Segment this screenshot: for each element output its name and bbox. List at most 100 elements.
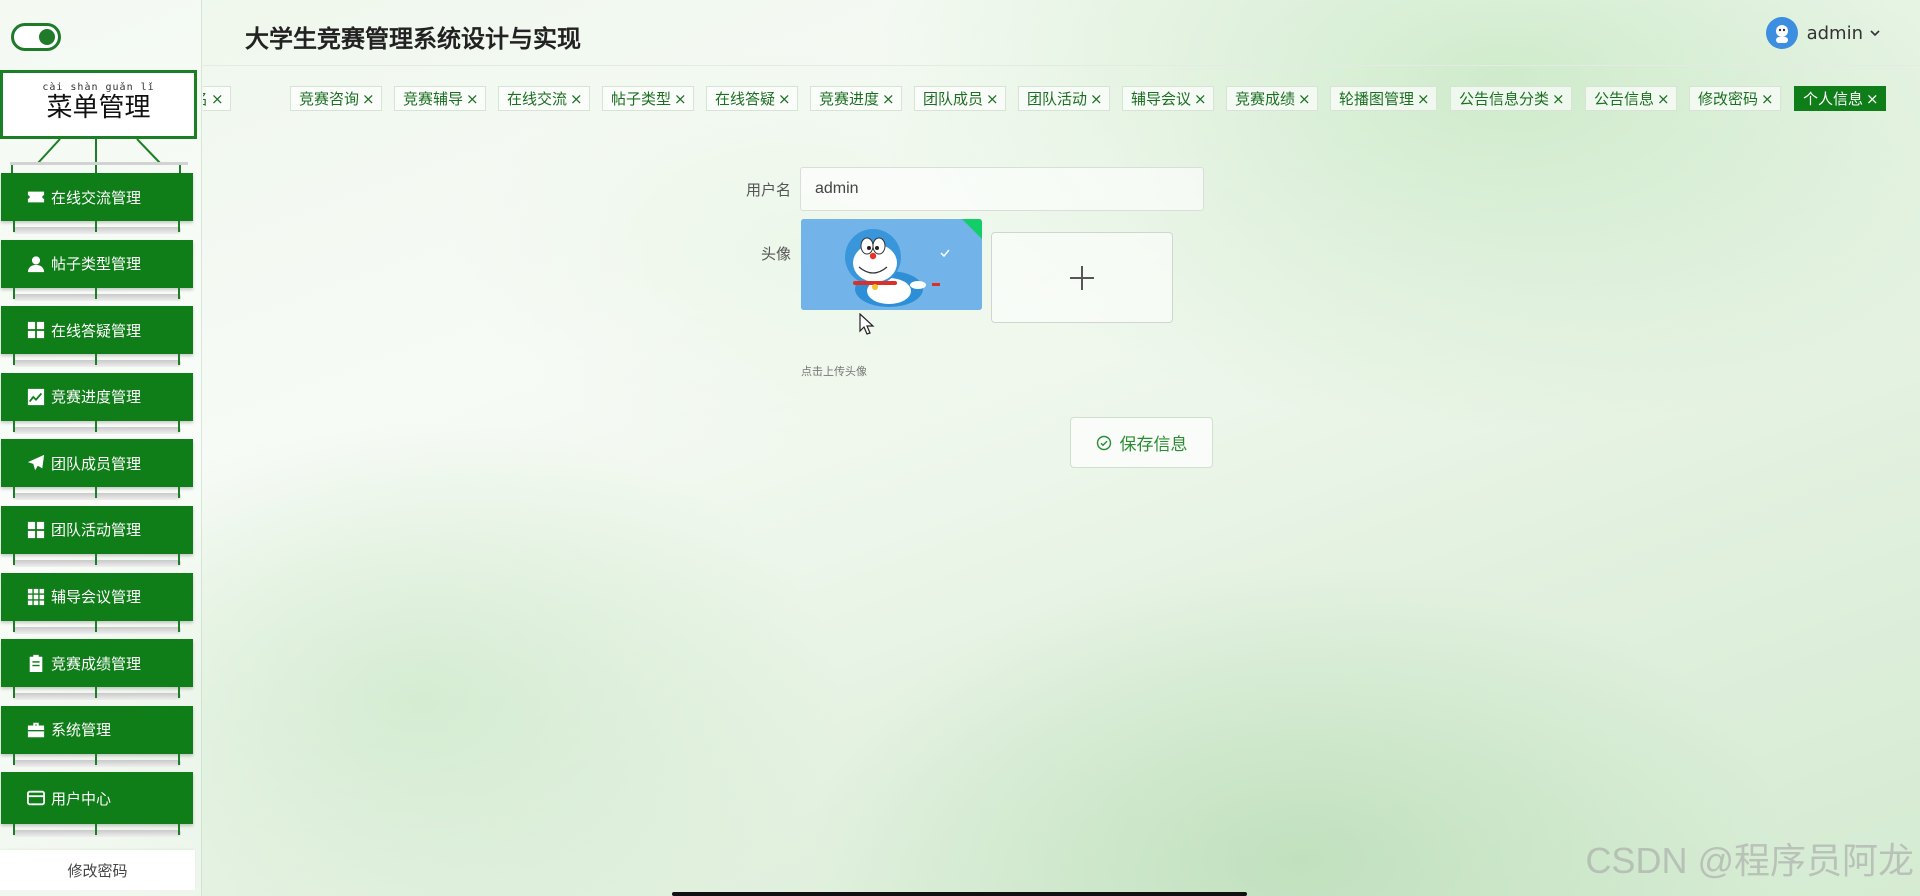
tab-notice-category[interactable]: 公告信息分类 × [1450, 86, 1572, 111]
close-icon[interactable]: × [778, 90, 791, 108]
close-icon[interactable]: × [986, 90, 999, 108]
user-icon [26, 254, 46, 274]
menu-divider [1, 687, 193, 706]
close-icon[interactable]: × [1194, 90, 1207, 108]
tab-registration[interactable]: 报名× [203, 86, 231, 111]
sidebar-item-label: 团队成员管理 [51, 454, 142, 473]
sidebar-item-competition-progress[interactable]: 竞赛进度管理 [1, 372, 193, 421]
table-grid-icon [26, 587, 46, 607]
upload-success-corner [962, 219, 982, 239]
tab-competition-tutoring[interactable]: 竞赛辅导 × [394, 86, 486, 111]
menu-divider [1, 354, 193, 373]
horizontal-scrollbar[interactable] [672, 892, 1247, 896]
sidebar-change-password[interactable]: 修改密码 [0, 850, 195, 890]
doraemon-avatar-image [801, 219, 982, 310]
sidebar-item-system-management[interactable]: 系统管理 [1, 705, 193, 754]
tab-change-password[interactable]: 修改密码 × [1689, 86, 1781, 111]
close-icon[interactable]: × [211, 90, 224, 108]
menu-title-pinyin: cài shàn guǎn lǐ [42, 82, 155, 93]
sidebar-item-label: 用户中心 [51, 789, 112, 808]
menu-divider [1, 824, 193, 843]
sidebar-item-online-exchange[interactable]: 在线交流管理 [1, 173, 193, 221]
sidebar-item-team-activities[interactable]: 团队活动管理 [1, 505, 193, 554]
sidebar-item-online-qa[interactable]: 在线答疑管理 [1, 306, 193, 355]
sidebar-item-label: 辅导会议管理 [51, 588, 142, 607]
sidebar-item-user-center[interactable]: 用户中心 [1, 772, 193, 825]
tab-label: 团队成员 [923, 90, 984, 108]
sidebar-item-tutoring-meetings[interactable]: 辅导会议管理 [1, 572, 193, 621]
close-icon[interactable]: × [1761, 90, 1774, 108]
tab-competition-consulting[interactable]: 竞赛咨询 × [290, 86, 382, 111]
close-icon[interactable]: × [674, 90, 687, 108]
save-button-label: 保存信息 [1119, 435, 1188, 455]
tab-personal-info[interactable]: 个人信息 × [1794, 86, 1886, 111]
menu-title-card: cài shàn guǎn lǐ 菜单管理 [0, 70, 197, 139]
close-icon[interactable]: × [1866, 90, 1879, 108]
user-avatar-icon [1775, 25, 1788, 43]
menu-divider [1, 221, 193, 240]
briefcase-icon [26, 720, 46, 740]
avatar-label: 头像 [760, 245, 791, 263]
tab-label: 竞赛咨询 [299, 90, 360, 108]
tab-carousel-management[interactable]: 轮播图管理 × [1330, 86, 1437, 111]
system-title: 大学生竞赛管理系统设计与实现 [245, 26, 581, 53]
avatar-upload-button[interactable] [991, 232, 1173, 323]
toggle-knob [39, 29, 55, 45]
card-icon [26, 788, 46, 808]
tab-label: 团队活动 [1027, 90, 1088, 108]
save-button[interactable]: 保存信息 [1070, 417, 1213, 468]
tab-label: 修改密码 [1698, 90, 1759, 108]
close-icon[interactable]: × [1552, 90, 1565, 108]
grid-icon [26, 520, 46, 540]
close-icon[interactable]: × [1417, 90, 1430, 108]
close-icon[interactable]: × [1090, 90, 1103, 108]
chevron-down-icon [1870, 30, 1880, 37]
avatar-preview-image[interactable] [801, 219, 982, 310]
ticket-icon [26, 187, 46, 207]
menu-divider [1, 287, 193, 307]
tab-label: 轮播图管理 [1339, 90, 1415, 108]
tab-label: 帖子类型 [611, 90, 672, 108]
tab-label: 公告信息 [1594, 90, 1655, 108]
sidebar-item-label: 系统管理 [51, 721, 112, 740]
menu-divider [1, 753, 193, 773]
tab-label: 在线答疑 [715, 90, 776, 108]
tabs-bar: 报名× 竞赛咨询× 竞赛辅导× 在线交流× 帖子类型× 在线答疑× 竞赛进度× … [203, 86, 1903, 112]
sidebar-item-post-type[interactable]: 帖子类型管理 [1, 239, 193, 288]
close-icon[interactable]: × [466, 90, 479, 108]
tab-tutoring-meetings[interactable]: 辅导会议 × [1122, 86, 1214, 111]
close-icon[interactable]: × [570, 90, 583, 108]
sidebar-item-competition-scores[interactable]: 竞赛成绩管理 [1, 639, 193, 688]
tab-team-activities[interactable]: 团队活动 × [1018, 86, 1110, 111]
sidebar-item-label: 竞赛进度管理 [51, 388, 142, 407]
plus-icon [1070, 265, 1094, 290]
tab-competition-progress[interactable]: 竞赛进度 × [810, 86, 902, 111]
user-name: admin [1806, 22, 1863, 44]
close-icon[interactable]: × [1298, 90, 1311, 108]
close-icon[interactable]: × [362, 90, 375, 108]
tab-post-type[interactable]: 帖子类型 × [602, 86, 694, 111]
tab-label: 个人信息 [1803, 90, 1864, 108]
tab-notice-info[interactable]: 公告信息 × [1585, 86, 1677, 111]
user-menu-dropdown[interactable]: admin [1765, 17, 1880, 49]
close-icon[interactable]: × [1657, 90, 1670, 108]
top-header: 大学生竞赛管理系统设计与实现 admin [203, 0, 1920, 66]
menu-divider [1, 487, 193, 506]
tab-label: 竞赛辅导 [403, 90, 464, 108]
close-icon[interactable]: × [882, 90, 895, 108]
watermark: CSDN @程序员阿龙 [1585, 840, 1914, 881]
tab-team-members[interactable]: 团队成员 × [914, 86, 1006, 111]
sidebar-item-label: 帖子类型管理 [51, 255, 142, 274]
tab-label: 在线交流 [507, 90, 568, 108]
sidebar-item-team-members[interactable]: 团队成员管理 [1, 439, 193, 488]
sidebar-toggle-switch[interactable] [11, 23, 61, 51]
tab-online-qa[interactable]: 在线答疑 × [706, 86, 798, 111]
tab-competition-scores[interactable]: 竞赛成绩 × [1226, 86, 1318, 111]
upload-tip: 点击上传头像 [801, 365, 867, 378]
tab-online-exchange[interactable]: 在线交流 × [498, 86, 590, 111]
sidebar-menu: 在线交流管理 帖子类型管理 在线答疑管理 竞赛进度管理 团队成员管理 团队活动管… [0, 173, 202, 843]
menu-divider [1, 420, 193, 440]
tab-label: 辅导会议 [1131, 90, 1192, 108]
tab-label: 竞赛成绩 [1235, 90, 1296, 108]
username-input[interactable]: admin [800, 167, 1204, 211]
